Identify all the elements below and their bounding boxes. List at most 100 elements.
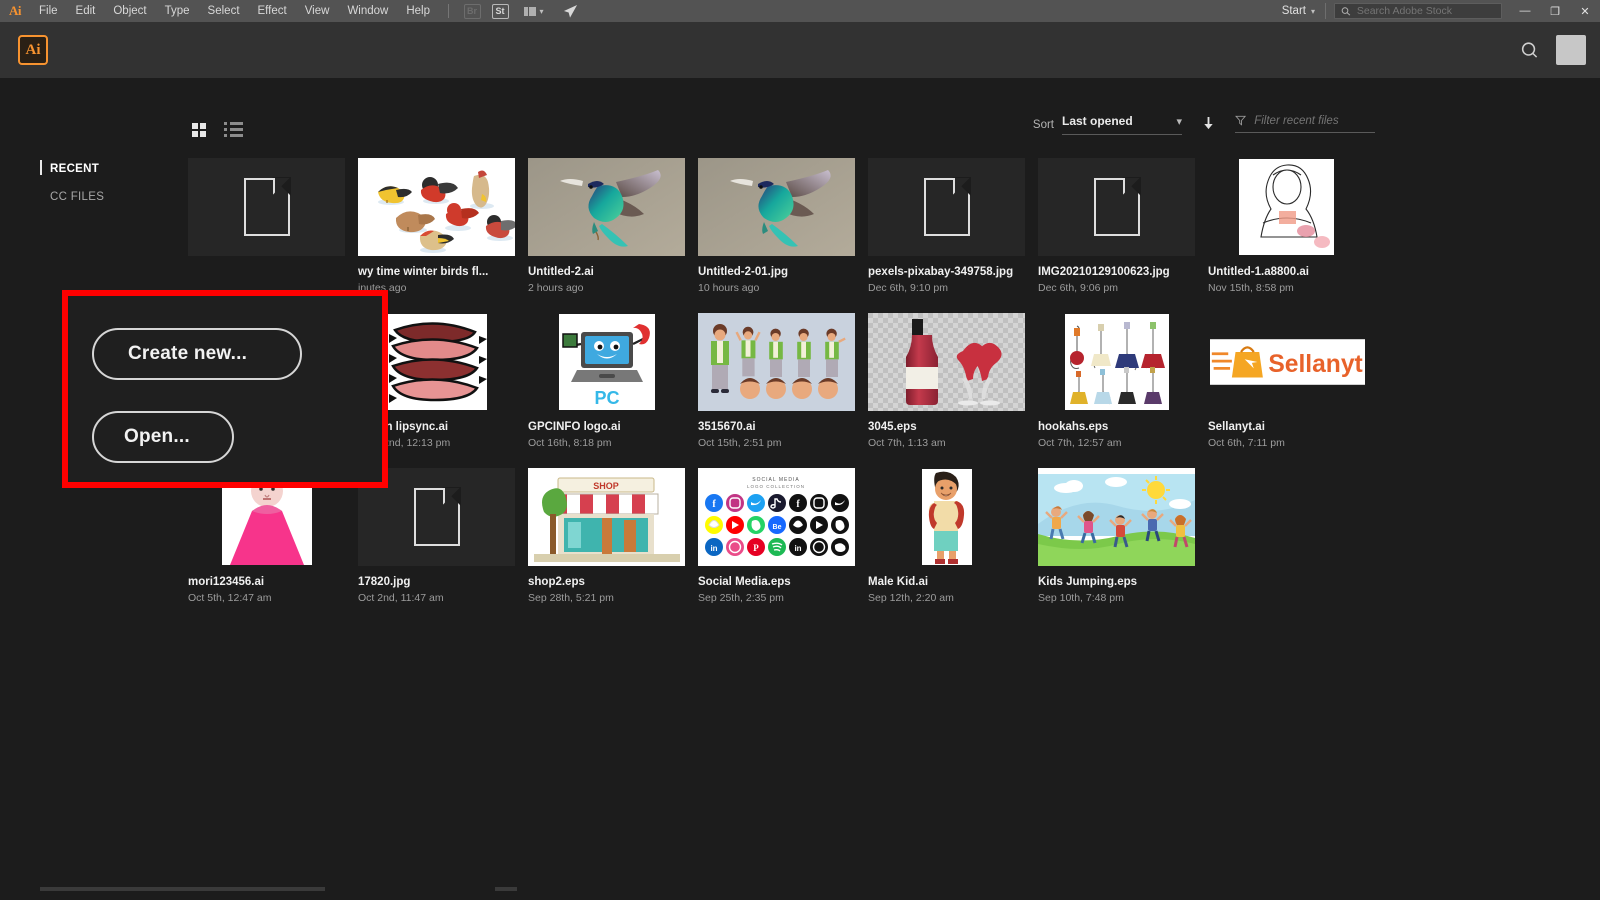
file-card[interactable]: hookahs.eps Oct 7th, 12:57 am xyxy=(1038,313,1208,461)
file-card[interactable]: Sellanyt Sellanyt.ai Oct 6th, 7:11 pm xyxy=(1208,313,1378,461)
file-thumbnail: SHOP xyxy=(528,468,685,566)
file-thumbnail xyxy=(358,158,515,256)
file-date: Nov 15th, 8:58 pm xyxy=(1208,282,1294,294)
share-icon[interactable] xyxy=(557,3,583,19)
file-card[interactable]: Untitled-1.a8800.ai Nov 15th, 8:58 pm xyxy=(1208,158,1378,306)
minimize-button[interactable]: — xyxy=(1510,0,1540,22)
stock-icon[interactable]: St xyxy=(489,3,511,19)
menu-window[interactable]: Window xyxy=(338,2,397,20)
file-name: Social Media.eps xyxy=(698,576,791,588)
menu-edit[interactable]: Edit xyxy=(67,2,105,20)
restore-button[interactable]: ❐ xyxy=(1540,0,1570,22)
file-date: Oct 7th, 1:13 am xyxy=(868,437,946,449)
social-media-icons-thumb: SOCIAL MEDIA LOGO COLLECTION f f Be in P… xyxy=(698,468,855,566)
file-name: IMG20210129100623.jpg xyxy=(1038,266,1170,278)
stock-search-input[interactable] xyxy=(1356,5,1495,17)
workspace-switcher[interactable]: Start ▾ xyxy=(1272,5,1325,17)
arrange-documents-icon[interactable]: ▾ xyxy=(517,3,551,19)
start-workspace: Sort Last opened ▾ RECENT CC FILES xyxy=(0,78,1600,900)
close-button[interactable]: ✕ xyxy=(1570,0,1600,22)
sort-direction-icon[interactable] xyxy=(1202,116,1215,134)
male-kid-thumb xyxy=(921,469,972,565)
hookahs-thumb xyxy=(1064,314,1169,410)
file-card[interactable]: wy time winter birds fl... inutes ago xyxy=(358,158,528,306)
file-card[interactable]: 3515670.ai Oct 15th, 2:51 pm xyxy=(698,313,868,461)
menu-type[interactable]: Type xyxy=(156,2,199,20)
search-icon[interactable] xyxy=(1518,39,1540,61)
file-date: Oct 5th, 12:47 am xyxy=(188,592,272,604)
filter-input[interactable] xyxy=(1254,114,1375,127)
file-card[interactable]: Male Kid.ai Sep 12th, 2:20 am xyxy=(868,468,1038,616)
list-row xyxy=(224,122,243,125)
file-thumbnail xyxy=(1038,468,1195,566)
file-card[interactable]: IMG20210129100623.jpg Dec 6th, 9:06 pm xyxy=(1038,158,1208,306)
svg-text:P: P xyxy=(753,543,759,553)
app-logo-small: Ai xyxy=(9,3,22,18)
file-thumbnail xyxy=(868,313,1025,411)
file-card[interactable]: mori123456.ai Oct 5th, 12:47 am xyxy=(188,468,358,616)
arrange-glyph xyxy=(524,6,537,16)
file-thumbnail xyxy=(1208,158,1365,256)
file-name: pexels-pixabay-349758.jpg xyxy=(868,266,1014,278)
menu-view[interactable]: View xyxy=(296,2,339,20)
stock-search-box[interactable] xyxy=(1334,3,1502,19)
file-card[interactable]: PC GPCINFO logo.ai Oct 16th, 8:18 pm xyxy=(528,313,698,461)
filter-control[interactable] xyxy=(1235,114,1375,133)
file-card[interactable]: SOCIAL MEDIA LOGO COLLECTION f f Be in P… xyxy=(698,468,868,616)
sidebar-item-label: RECENT xyxy=(50,163,100,175)
open-button[interactable]: Open... xyxy=(92,411,234,463)
file-name: Untitled-2-01.jpg xyxy=(698,266,789,278)
sort-dropdown[interactable]: Last opened ▾ xyxy=(1062,114,1182,135)
hummingbird-thumb xyxy=(528,158,685,256)
document-placeholder-icon xyxy=(243,177,291,236)
wine-bottle-thumb xyxy=(868,313,1025,411)
filter-icon xyxy=(1235,115,1247,126)
sidebar-item-recent[interactable]: RECENT xyxy=(40,158,190,180)
file-thumbnail xyxy=(698,158,855,256)
file-thumbnail xyxy=(868,468,1025,566)
shop-storefront-thumb: SHOP xyxy=(528,468,685,566)
file-card[interactable]: 3045.eps Oct 7th, 1:13 am xyxy=(868,313,1038,461)
list-row xyxy=(224,134,243,137)
share-glyph xyxy=(563,4,577,18)
avatar[interactable] xyxy=(1556,35,1586,65)
menu-object[interactable]: Object xyxy=(104,2,155,20)
list-view-icon[interactable] xyxy=(224,122,243,137)
sidebar-item-cc-files[interactable]: CC FILES xyxy=(40,186,190,208)
chevron-down-icon: ▾ xyxy=(1310,6,1315,16)
menu-effect[interactable]: Effect xyxy=(249,2,296,20)
file-card[interactable] xyxy=(188,158,358,306)
menu-file[interactable]: File xyxy=(30,2,67,20)
document-placeholder-icon xyxy=(1093,177,1141,236)
file-card[interactable]: Untitled-2-01.jpg 10 hours ago xyxy=(698,158,868,306)
file-date: Oct 6th, 7:11 pm xyxy=(1208,437,1285,449)
file-card[interactable]: Untitled-2.ai 2 hours ago xyxy=(528,158,698,306)
file-name: hookahs.eps xyxy=(1038,421,1109,433)
file-card[interactable]: Kids Jumping.eps Sep 10th, 7:48 pm xyxy=(1038,468,1208,616)
file-card[interactable]: pexels-pixabay-349758.jpg Dec 6th, 9:10 … xyxy=(868,158,1038,306)
svg-text:Sellanyt: Sellanyt xyxy=(1268,351,1362,378)
menu-help[interactable]: Help xyxy=(397,2,439,20)
hummingbird-thumb xyxy=(698,158,855,256)
file-card[interactable]: 17820.jpg Oct 2nd, 11:47 am xyxy=(358,468,528,616)
grid-view-icon[interactable] xyxy=(192,122,206,137)
bridge-icon[interactable]: Br xyxy=(461,3,483,19)
file-thumbnail: SOCIAL MEDIA LOGO COLLECTION f f Be in P… xyxy=(698,468,855,566)
file-name: Untitled-2.ai xyxy=(528,266,594,278)
file-date: Oct 7th, 12:57 am xyxy=(1038,437,1122,449)
file-date: Sep 10th, 7:48 pm xyxy=(1038,592,1124,604)
sidebar-item-label: CC FILES xyxy=(50,191,105,203)
menu-select[interactable]: Select xyxy=(199,2,249,20)
file-name: wy time winter birds fl... xyxy=(358,266,489,278)
sidebar: RECENT CC FILES xyxy=(40,158,190,214)
file-name: Male Kid.ai xyxy=(868,576,929,588)
svg-text:in: in xyxy=(794,544,801,553)
app-header: Ai xyxy=(0,22,1600,78)
file-date: 2 hours ago xyxy=(528,282,584,294)
file-thumbnail xyxy=(528,158,685,256)
search-glyph xyxy=(1521,41,1537,58)
sort-value: Last opened xyxy=(1062,114,1133,128)
create-new-button[interactable]: Create new... xyxy=(92,328,302,380)
workspace-label: Start xyxy=(1281,5,1306,17)
file-card[interactable]: SHOP shop2.eps Sep 28th, 5:21 pm xyxy=(528,468,698,616)
